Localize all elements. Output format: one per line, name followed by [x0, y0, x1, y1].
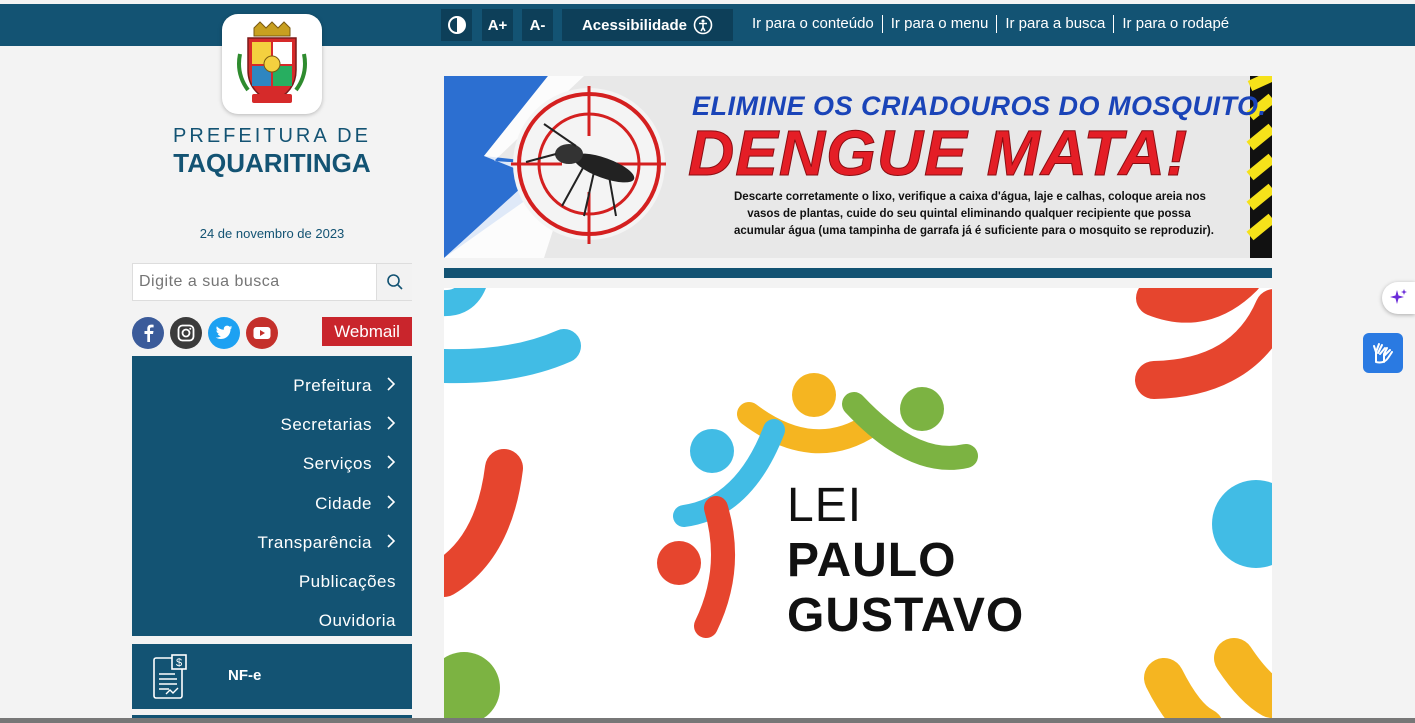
menu-item-prefeitura[interactable]: Prefeitura: [132, 366, 412, 405]
contrast-button[interactable]: [441, 9, 472, 41]
invoice-icon: $: [153, 654, 187, 699]
accessibility-icon: [693, 15, 713, 35]
skip-links: Ir para o conteúdo Ir para o menu Ir par…: [752, 15, 1237, 33]
banner-body-line-1: Descarte corretamente o lixo, verifique …: [734, 191, 1206, 203]
search-input[interactable]: [133, 264, 376, 300]
banner-body-line-2: vasos de plantas, cuide do seu quintal e…: [747, 208, 1191, 220]
webmail-button[interactable]: Webmail: [322, 317, 412, 346]
skip-to-content-link[interactable]: Ir para o conteúdo: [752, 15, 883, 33]
skip-to-search-link[interactable]: Ir para a busca: [997, 15, 1115, 33]
menu-item-transparencia[interactable]: Transparência: [132, 523, 412, 562]
chevron-right-icon: [378, 415, 396, 435]
poster-line-1: LEI: [787, 479, 863, 532]
search-button[interactable]: [376, 264, 412, 300]
poster-line-2: PAULO: [787, 534, 957, 587]
menu-item-cidade[interactable]: Cidade: [132, 484, 412, 523]
menu-item-publicacoes[interactable]: Publicações: [132, 562, 412, 601]
banner-body-line-3: acumular água (uma tampinha de garrafa j…: [734, 225, 1214, 237]
chevron-right-icon: [378, 533, 396, 553]
menu-item-servicos[interactable]: Serviços: [132, 445, 412, 484]
menu-item-secretarias[interactable]: Secretarias: [132, 405, 412, 444]
banner-title: DENGUE MATA!: [687, 117, 1189, 190]
menu-item-label: Serviços: [302, 454, 372, 474]
poster-line-3: GUSTAVO: [787, 589, 1025, 642]
accessibility-button[interactable]: Acessibilidade: [562, 9, 733, 41]
skip-to-menu-link[interactable]: Ir para o menu: [883, 15, 998, 33]
menu-item-label: Prefeitura: [293, 375, 372, 395]
font-increase-button[interactable]: A+: [482, 9, 513, 41]
ai-assistant-button[interactable]: [1382, 282, 1415, 314]
current-date: 24 de novembro de 2023: [199, 226, 345, 241]
menu-item-label: Transparência: [257, 532, 372, 552]
skip-to-footer-link[interactable]: Ir para o rodapé: [1114, 15, 1237, 33]
menu-item-label: Cidade: [315, 493, 372, 513]
section-divider: [444, 268, 1272, 278]
search-icon: [386, 274, 403, 290]
font-decrease-button[interactable]: A-: [522, 9, 553, 41]
menu-item-label: Ouvidoria: [318, 611, 396, 631]
nfe-label: NF-e: [228, 667, 262, 684]
chevron-right-icon: [378, 494, 396, 514]
twitter-icon[interactable]: [208, 317, 240, 349]
chevron-right-icon: [378, 454, 396, 474]
chevron-right-icon: [378, 376, 396, 396]
accessibility-label: Acessibilidade: [581, 16, 688, 34]
header-prefix: PREFEITURA DE: [173, 125, 371, 147]
city-name[interactable]: TAQUARITINGA: [132, 148, 412, 179]
sign-language-icon: [1373, 343, 1393, 364]
youtube-icon[interactable]: [246, 317, 278, 349]
dengue-banner[interactable]: ELIMINE OS CRIADOUROS DO MOSQUITO. DENGU…: [444, 76, 1272, 258]
menu-item-label: Publicações: [298, 572, 396, 592]
main-menu: Prefeitura Secretarias Serviços Cidade T…: [132, 356, 412, 636]
window-bottom-edge: [0, 718, 1415, 723]
nfe-link[interactable]: $ NF-e: [132, 644, 412, 709]
instagram-icon[interactable]: [170, 317, 202, 349]
contrast-icon: [447, 16, 466, 34]
menu-item-ouvidoria[interactable]: Ouvidoria: [132, 602, 412, 641]
menu-item-label: Secretarias: [280, 414, 372, 434]
city-coat-of-arms-logo[interactable]: [222, 14, 322, 114]
vlibras-sign-language-button[interactable]: [1363, 333, 1403, 373]
lei-paulo-gustavo-banner[interactable]: LEI PAULO GUSTAVO: [444, 288, 1272, 723]
search-box: [132, 263, 412, 301]
svg-text:$: $: [176, 657, 182, 669]
facebook-icon[interactable]: [132, 317, 164, 349]
sparkle-icon: [1389, 289, 1407, 304]
